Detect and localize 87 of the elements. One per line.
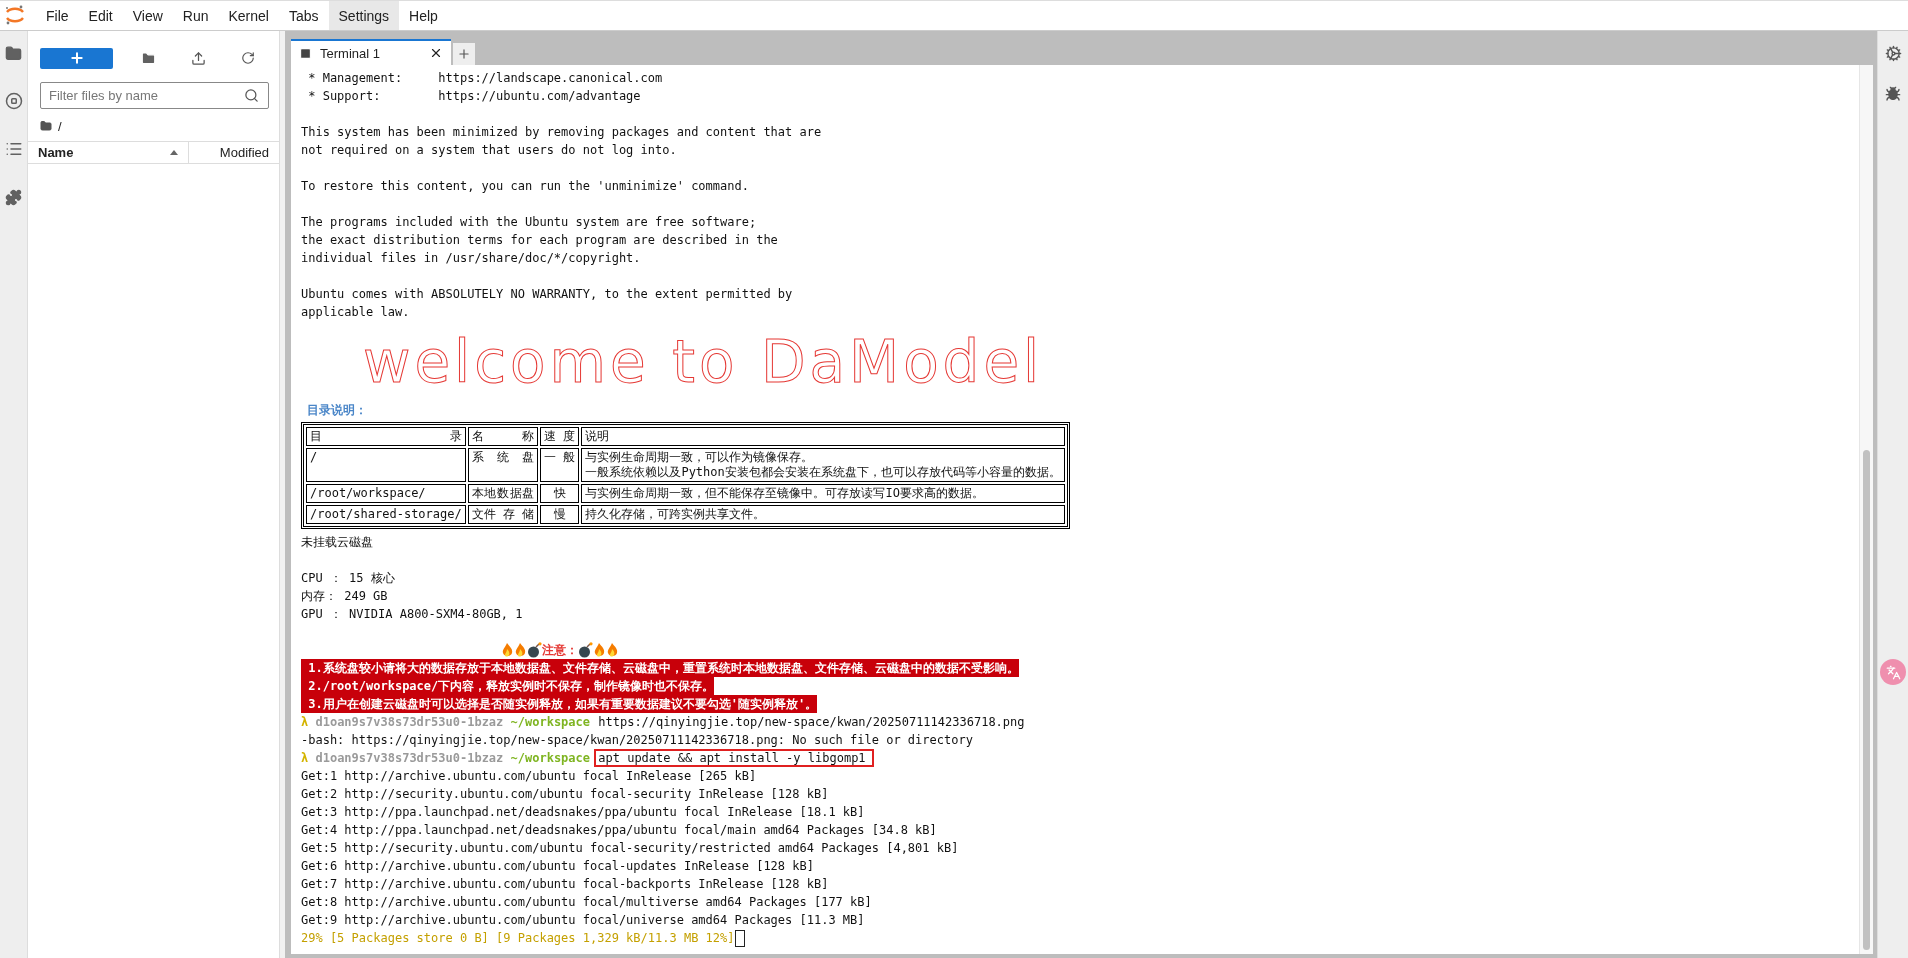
- bug-icon[interactable]: [1885, 86, 1901, 102]
- terminal-line: Get:9 http://archive.ubuntu.com/ubuntu focal/universe amd64 Packages [11.3 MB]: [301, 912, 866, 929]
- terminal-line: To restore this content, you can run the 'unminimize' command.: [301, 178, 750, 195]
- terminal-line: Get:2 http://security.ubuntu.com/ubuntu focal-security InRelease [128 kB]: [301, 786, 830, 803]
- search-icon: [244, 88, 259, 103]
- column-header[interactable]: Modified: [189, 142, 279, 163]
- plus-icon: [457, 47, 471, 61]
- notice-title: 注意：: [542, 642, 578, 659]
- terminal-line: Get:4 http://ppa.launchpad.net/deadsnakes/ppa/ubuntu focal/main amd64 Packages [34.8 kB]: [301, 822, 938, 839]
- prompt-symbol: λ: [301, 715, 309, 729]
- terminal-tab[interactable]: Terminal 1: [291, 39, 451, 65]
- table-cell: 慢: [540, 505, 580, 524]
- section-heading: 目录说明：: [306, 402, 368, 419]
- table-header-cell: 速 度: [540, 427, 580, 446]
- menu-item[interactable]: View: [122, 1, 173, 30]
- terminal-line: not required on a system that users do not log into.: [301, 142, 678, 159]
- terminal-line: -bash: https://qinyingjie.top/new-space/kwan/20250711142336718.png: No such file or directory: [301, 732, 974, 749]
- terminal-line: Get:5 http://security.ubuntu.com/ubuntu focal-security/restricted amd64 Packages [4,801 kB]: [301, 840, 960, 857]
- terminal-line: the exact distribution terms for each program are described in the: [301, 232, 779, 249]
- fire-icon: [593, 642, 606, 658]
- table-cell: 文件 存 储: [467, 505, 539, 524]
- table-cell: 本地数据盘: [467, 484, 539, 503]
- close-icon[interactable]: [429, 46, 443, 60]
- terminal-line: GPU ： NVIDIA A800-SXM4-80GB, 1: [301, 606, 524, 623]
- terminal-line: * Support: https://ubuntu.com/advantage: [307, 88, 642, 105]
- refresh-icon: [241, 51, 255, 65]
- menu-item[interactable]: Tabs: [278, 1, 329, 30]
- table-cell: 持久化存储，可跨实例共享文件。: [581, 505, 1065, 524]
- table-cell: 快: [540, 484, 580, 503]
- menu-item[interactable]: Help: [399, 1, 448, 30]
- terminal-line: * Management: https://landscape.canonical.com: [307, 70, 664, 87]
- menu-item[interactable]: Run: [172, 1, 219, 30]
- fire-icon: [501, 642, 514, 658]
- table-header-cell: 说明: [581, 427, 1065, 446]
- table-cell: /root/shared-storage/: [306, 505, 466, 524]
- terminal-line: applicable law.: [301, 304, 411, 321]
- progress-line: 29% [5 Packages store 0 B] [9 Packages 1,329 kB/11.3 MB 12%]: [301, 930, 735, 947]
- terminal-line: individual files in /usr/share/doc/*/copyright.: [301, 250, 642, 267]
- logo-icon: [4, 4, 26, 26]
- fire-icon: [514, 642, 527, 658]
- command-text: https://qinyingjie.top/new-space/kwan/20250711142336718.png: [597, 714, 1026, 731]
- table-header-cell: 名 称: [467, 427, 539, 446]
- terminal-line: Get:1 http://archive.ubuntu.com/ubuntu focal InRelease [265 kB]: [301, 768, 758, 785]
- settings-icon[interactable]: [1884, 45, 1902, 62]
- fire-icon: [606, 642, 619, 658]
- terminal-line: Get:3 http://ppa.launchpad.net/deadsnakes/ppa/ubuntu focal InRelease [18.1 kB]: [301, 804, 866, 821]
- prompt-path: ~/workspace: [510, 751, 591, 765]
- table-cell: 与实例生命周期一致，但不能保存至镜像中。可存放读写IO要求高的数据。: [581, 484, 1065, 503]
- scrollbar-thumb[interactable]: [1863, 450, 1870, 950]
- bomb-icon: [578, 642, 593, 658]
- column-header[interactable]: Name: [28, 142, 189, 163]
- terminal-line: Get:8 http://archive.ubuntu.com/ubuntu focal/multiverse amd64 Packages [177 kB]: [301, 894, 873, 911]
- prompt-symbol: λ: [301, 751, 309, 765]
- menu-item[interactable]: File: [36, 1, 79, 30]
- new-launcher-button[interactable]: [40, 47, 113, 69]
- prompt-path: ~/workspace: [510, 715, 591, 729]
- terminal-line: Get:6 http://archive.ubuntu.com/ubuntu focal-updates InRelease [128 kB]: [301, 858, 815, 875]
- terminal-icon: [299, 46, 312, 60]
- table-cell: 一 般: [540, 448, 580, 482]
- prompt-user: d1oan9s7v38s73dr53u0-1bzaz: [315, 715, 504, 729]
- bomb-icon: [527, 642, 542, 658]
- terminal-line: Get:7 http://archive.ubuntu.com/ubuntu focal-backports InRelease [128 kB]: [301, 876, 830, 893]
- table-header-cell: 目 录: [306, 427, 466, 446]
- table-cell: 系 统 盘: [467, 448, 539, 482]
- banner-title: welcome to DaModel: [362, 329, 1044, 395]
- menu-item[interactable]: Kernel: [218, 1, 279, 30]
- menu-item[interactable]: Settings: [328, 1, 400, 30]
- highlighted-command: apt update && apt install -y libgomp1: [594, 749, 874, 767]
- terminal-line: Ubuntu comes with ABSOLUTELY NO WARRANTY, to the extent permitted by: [301, 286, 794, 303]
- terminal-line: 内存： 249 GB: [301, 588, 389, 605]
- table-cell: 与实例生命周期一致，可以作为镜像保存。 一般系统依赖以及Python安装包都会安装在系统盘下，也可以存放代码等小容量的数据。: [581, 448, 1065, 482]
- terminal-line: This system has been minimized by removing packages and content that are: [301, 124, 823, 141]
- cursor: [735, 929, 746, 947]
- filter-field[interactable]: Filter files by name: [40, 82, 269, 109]
- plus-icon: [68, 50, 85, 66]
- terminal-line: 未挂载云磁盘: [301, 534, 374, 551]
- table-cell: /: [306, 448, 466, 482]
- folder-icon: [40, 120, 52, 132]
- folder-plus-icon: [140, 50, 156, 66]
- upload-icon: [190, 50, 206, 66]
- prompt-user: d1oan9s7v38s73dr53u0-1bzaz: [315, 751, 504, 765]
- terminal-line: CPU ： 15 核心: [301, 570, 396, 587]
- breadcrumb-path[interactable]: /: [58, 118, 62, 134]
- table-cell: /root/workspace/: [306, 484, 466, 503]
- add-tab-button[interactable]: [453, 43, 475, 65]
- menu-item[interactable]: Edit: [78, 1, 123, 30]
- terminal-line: The programs included with the Ubuntu system are free software;: [301, 214, 758, 231]
